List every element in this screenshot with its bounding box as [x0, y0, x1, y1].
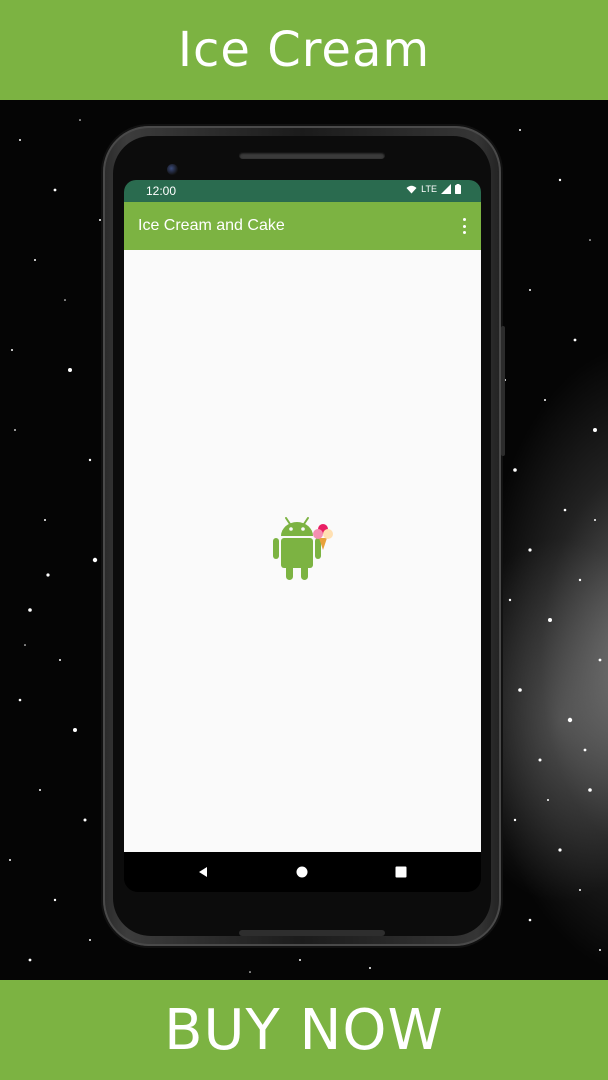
buy-now-button[interactable]: BUY NOW — [0, 980, 608, 1080]
recents-icon — [395, 866, 407, 878]
signal-icon — [441, 184, 451, 194]
menu-dot — [462, 218, 466, 221]
banner-title: Ice Cream — [177, 22, 431, 78]
app-bar: Ice Cream and Cake — [124, 202, 481, 250]
power-button — [501, 326, 505, 456]
status-icons: LTE — [406, 184, 461, 194]
buy-now-label: BUY NOW — [164, 997, 444, 1063]
android-ice-cream-icon — [273, 517, 333, 580]
status-bar: 12:00 LTE — [124, 180, 481, 202]
network-type-label: LTE — [421, 184, 437, 194]
top-banner: Ice Cream — [0, 0, 608, 100]
home-icon — [296, 866, 308, 878]
battery-icon — [455, 184, 461, 194]
status-time: 12:00 — [146, 184, 177, 198]
main-content — [124, 250, 481, 852]
earpiece-speaker — [239, 152, 385, 159]
phone-screen: 12:00 LTE Ice Cream and Cake — [124, 180, 481, 892]
menu-dot — [462, 231, 466, 234]
home-button[interactable] — [282, 852, 322, 892]
bottom-speaker — [239, 930, 385, 936]
back-icon — [199, 867, 207, 877]
app-title: Ice Cream and Cake — [138, 217, 285, 234]
navigation-bar — [124, 852, 481, 892]
front-camera — [167, 164, 178, 175]
recents-button[interactable] — [381, 852, 421, 892]
back-button[interactable] — [183, 852, 223, 892]
wifi-icon — [406, 185, 417, 193]
menu-dot — [462, 224, 466, 228]
overflow-menu-icon[interactable] — [459, 216, 469, 236]
